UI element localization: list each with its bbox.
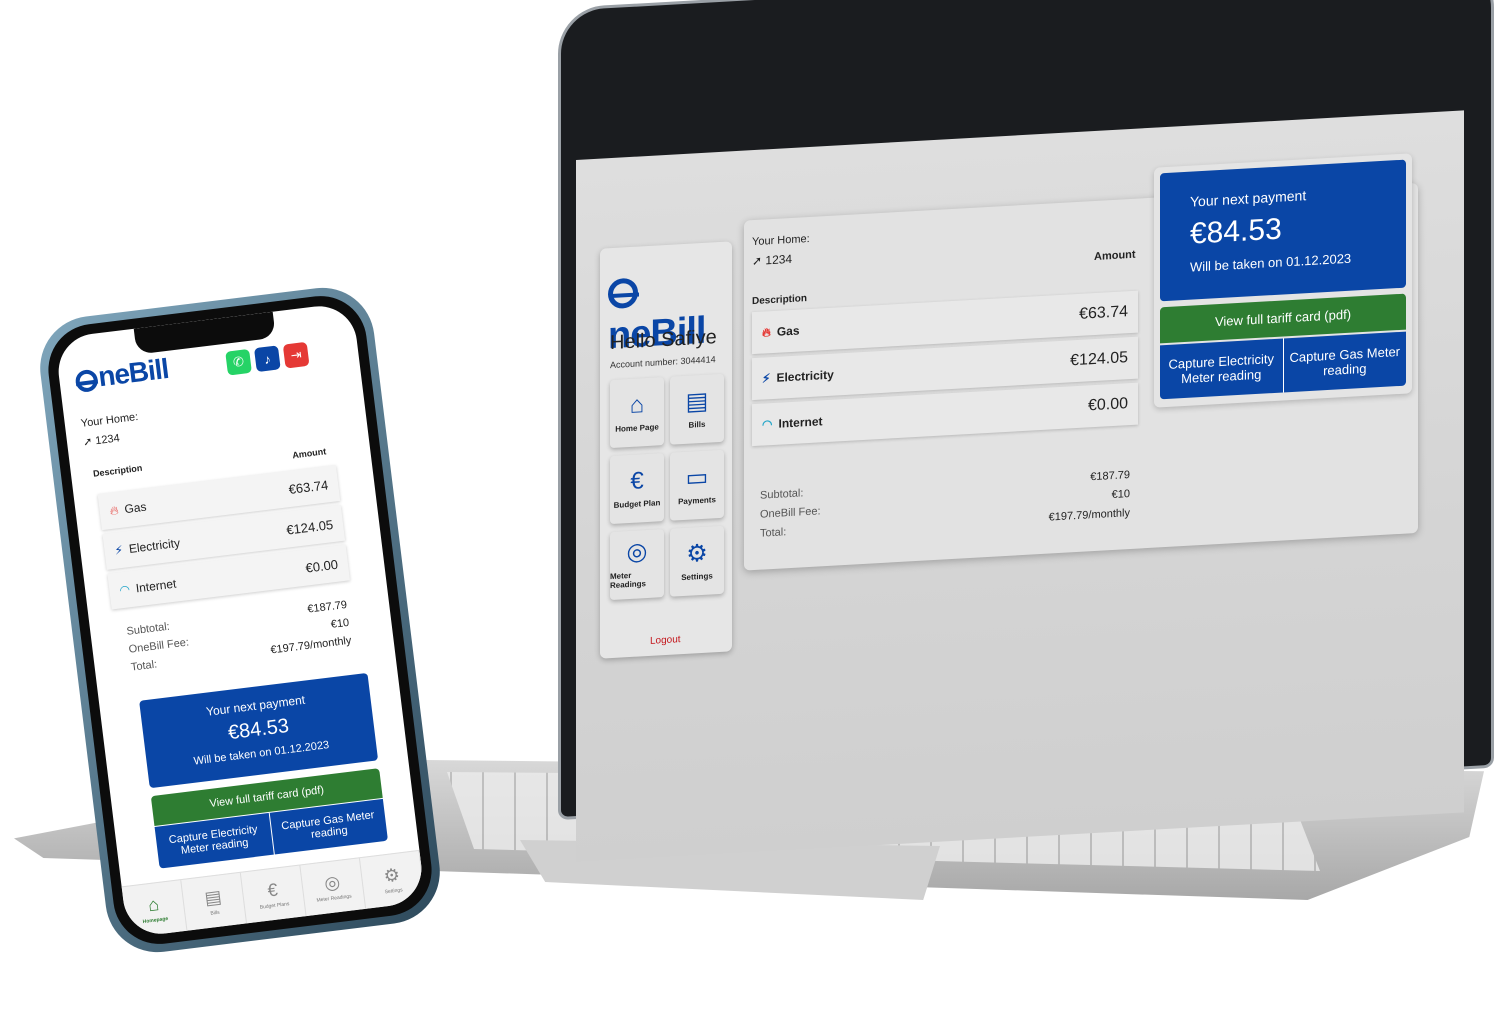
nav-meter-readings[interactable]: ◎ Meter Readings [610,529,664,601]
tab-settings[interactable]: ⚙ Settings [359,850,426,909]
totals: Subtotal: €187.79 OneBill Fee: €10 Total: €… [760,469,1130,547]
phone-screen: neBill ✆ ♪ ⇥ Your Home: ➚ 1234 Descripti… [54,301,426,939]
tab-label: Bills [210,909,220,917]
flame-icon: 🔥︎ [108,502,120,518]
row-name: Electricity [776,367,834,385]
nav-home-page[interactable]: ⌂ Home Page [610,377,664,449]
row-name: Internet [135,576,178,596]
bill-icon: ▤ [685,387,709,416]
bell-icon[interactable]: ♪ [253,345,281,373]
capture-buttons: Capture Electricity Meter reading Captur… [1160,331,1407,400]
card-icon: ▭ [685,463,709,492]
header-icons: ✆ ♪ ⇥ [225,341,310,376]
row-name: Gas [776,323,800,339]
home-number: 1234 [94,432,121,448]
amount-header: Amount [291,446,327,461]
phone-bezel: neBill ✆ ♪ ⇥ Your Home: ➚ 1234 Descripti… [43,290,437,950]
location-arrow-icon: ➚ [82,435,94,449]
tab-budget-plans[interactable]: € Budget Plans [240,865,307,924]
tab-homepage[interactable]: ⌂ Homepage [121,880,188,939]
row-amount: €0.00 [1087,395,1128,415]
amount-header: Amount [1094,248,1136,264]
home-label: Your Home: [80,410,139,430]
house-icon: ⌂ [629,390,645,419]
totals: Subtotal: €187.79 OneBill Fee: €10 Total: €… [126,599,353,680]
meter-icon: ◎ [323,871,342,894]
nav-grid: ⌂ Home Page ▤ Bills € Budget Plan ▭ Payments… [610,373,726,601]
nav-budget-plan[interactable]: € Budget Plan [610,453,664,525]
logout-icon[interactable]: ⇥ [282,341,310,369]
fee-value: €10 [330,616,350,631]
total-label: Total: [130,658,158,674]
home-value: ➚ 1234 [82,431,121,449]
total-value: €197.79/monthly [1048,507,1130,524]
nav-label: Bills [688,419,706,430]
home-number: 1234 [765,251,793,268]
tab-label: Settings [384,887,404,896]
capture-electricity-button[interactable]: Capture Electricity Meter reading [1160,338,1284,400]
payment-date: Will be taken on 01.12.2023 [1190,250,1352,275]
tab-label: Homepage [142,916,169,926]
logo-o-mark [74,368,99,394]
bill-rows: 🔥︎ Gas €63.74 ⚡︎ Electricity €124.05 ◠ Intern… [752,290,1138,451]
row-name: Gas [123,499,148,517]
fee-value: €10 [1111,488,1130,502]
payment-amount: €84.53 [1190,212,1282,251]
wifi-icon: ◠ [762,417,773,432]
logo-o-mark [608,277,638,310]
euro-icon: € [266,879,279,901]
tab-label: Budget Plans [259,901,290,911]
bolt-icon: ⚡︎ [762,371,771,386]
nav-label: Home Page [615,421,659,434]
onebill-logo: neBill [74,353,170,396]
logout-link[interactable]: Logout [650,634,681,647]
row-amount: €63.74 [287,476,330,497]
bill-icon: ▤ [203,886,223,909]
description-header: Description [752,293,808,308]
whatsapp-icon[interactable]: ✆ [225,348,252,376]
tab-bills[interactable]: ▤ Bills [181,872,248,931]
meter-icon: ◎ [626,538,648,567]
description-header: Description [92,462,143,479]
home-label: Your Home: [752,232,810,249]
flame-icon: 🔥︎ [762,324,771,340]
subtotal-label: Subtotal: [760,487,804,502]
row-amount: €0.00 [304,556,339,576]
fee-label: OneBill Fee: [760,505,821,521]
row-amount: €124.05 [1070,349,1128,370]
location-arrow-icon: ➚ [752,253,763,269]
sidebar: neBill Hello Safiye Account number: 3044… [600,241,732,659]
subtotal-value: €187.79 [1090,469,1130,484]
gear-icon: ⚙ [686,539,708,568]
tab-meter-readings[interactable]: ◎ Meter Readings [300,858,367,917]
total-label: Total: [760,526,787,540]
tab-label: Meter Readings [316,893,353,904]
next-payment-box: Your next payment €84.53 Will be taken o… [139,672,379,789]
row-name: Internet [778,414,823,431]
payment-title: Your next payment [1190,187,1307,210]
wifi-icon: ◠ [118,582,131,598]
laptop-screen: neBill Hello Safiye Account number: 3044… [576,110,1464,863]
euro-icon: € [630,466,644,495]
nav-settings[interactable]: ⚙ Settings [670,525,724,597]
nav-payments[interactable]: ▭ Payments [670,449,724,521]
row-name: Electricity [128,535,181,556]
gear-icon: ⚙ [382,864,401,887]
house-icon: ⌂ [146,894,161,916]
payment-card: Your next payment €84.53 Will be taken o… [1154,153,1412,408]
nav-bills[interactable]: ▤ Bills [670,373,724,445]
row-amount: €63.74 [1079,303,1128,323]
bolt-icon: ⚡︎ [113,542,124,558]
next-payment-box: Your next payment €84.53 Will be taken o… [1160,159,1406,302]
nav-label: Payments [678,494,716,506]
nav-label: Meter Readings [610,570,647,591]
nav-label: Settings [681,570,713,582]
capture-gas-button[interactable]: Capture Gas Meter reading [1284,332,1407,393]
bill-rows: 🔥︎ Gas €63.74 ⚡︎ Electricity €124.05 ◠ Intern… [97,465,351,613]
nav-label: Budget Plan [613,497,661,510]
row-amount: €124.05 [285,516,334,538]
home-value: ➚ 1234 [752,252,792,268]
